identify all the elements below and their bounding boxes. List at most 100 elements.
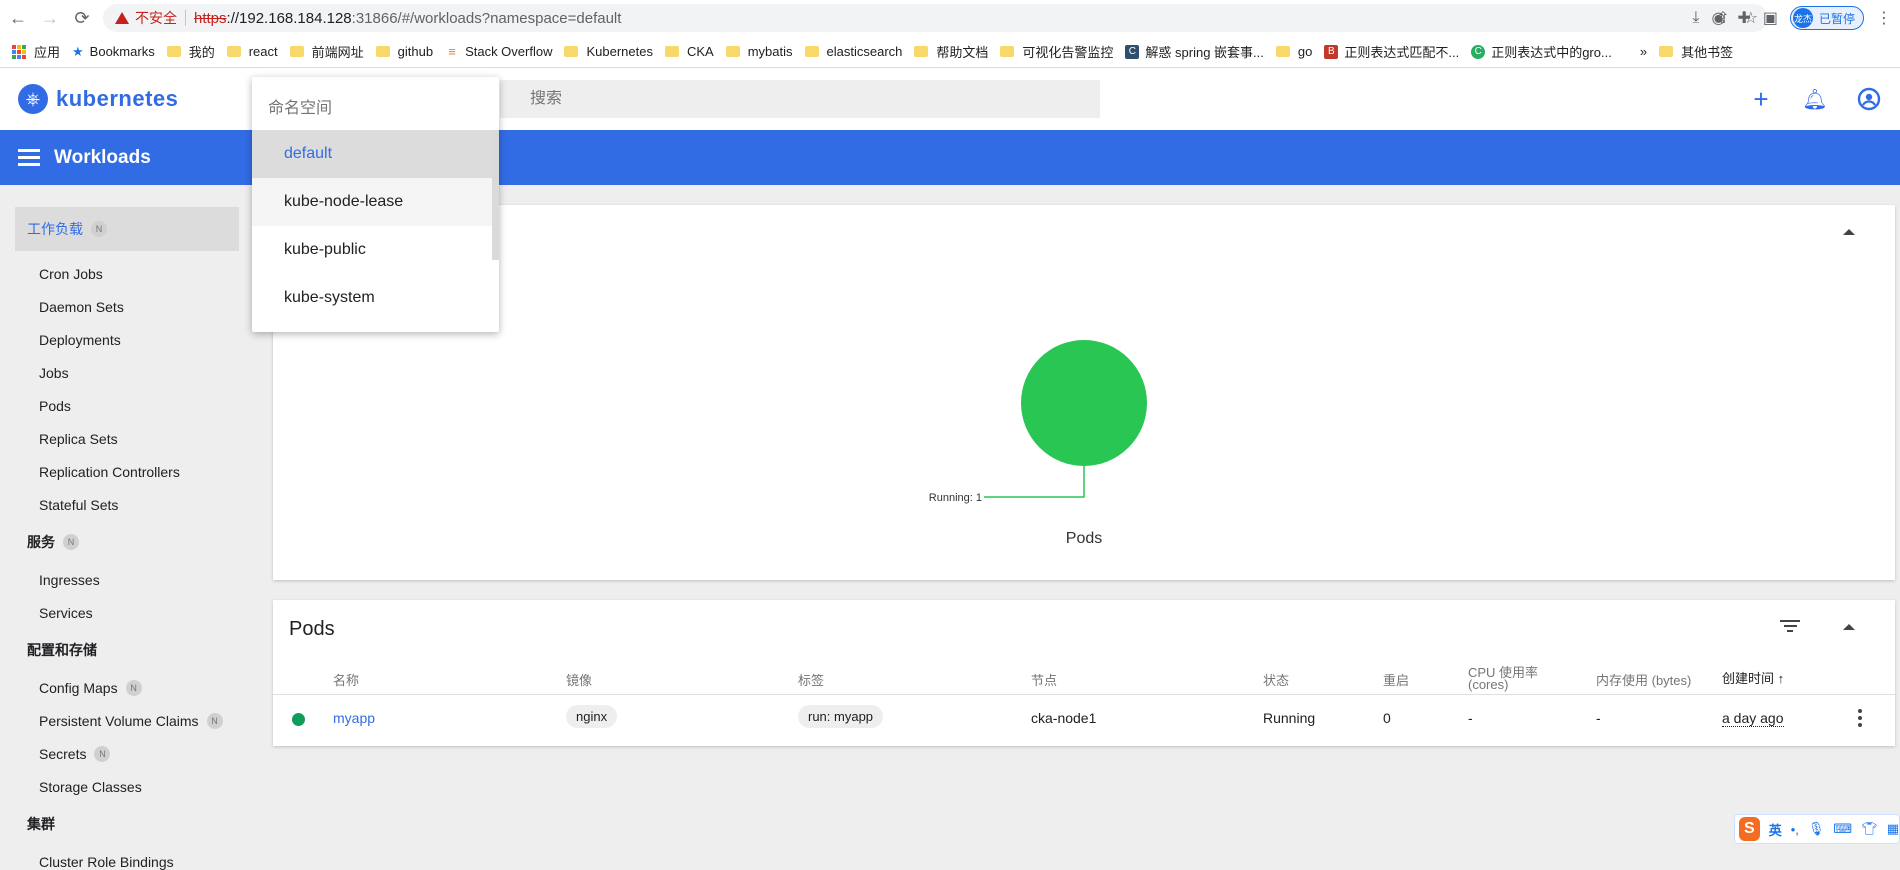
sidebar-item-storage-classes[interactable]: Storage Classes — [0, 770, 252, 803]
collapse-icon[interactable] — [1843, 624, 1855, 630]
sidebar-item-stateful-sets[interactable]: Stateful Sets — [0, 488, 252, 521]
toolbox-icon[interactable]: ▦ — [1887, 821, 1899, 837]
bookmark-folder[interactable]: CKA — [664, 44, 714, 59]
column-header-status[interactable]: 状态 — [1263, 670, 1289, 689]
sidebar-item-secrets[interactable]: Secrets N — [0, 737, 252, 770]
kubernetes-logo[interactable]: ⎈ kubernetes — [18, 84, 178, 114]
folder-icon — [804, 46, 819, 57]
forward-icon[interactable]: → — [36, 4, 64, 32]
url-scheme: https — [194, 9, 227, 27]
sidebar-item-cluster-role-bindings[interactable]: Cluster Role Bindings — [0, 845, 252, 870]
profile-status: 已暂停 — [1818, 11, 1855, 26]
bookmark-folder[interactable]: 帮助文档 — [914, 42, 988, 61]
sidebar-section-config-storage[interactable]: 配置和存储 — [0, 629, 252, 671]
bookmark-site[interactable]: B 正则表达式匹配不... — [1324, 42, 1459, 61]
node-cell: cka-node1 — [1031, 710, 1097, 726]
apps-icon — [12, 44, 26, 59]
search-input[interactable] — [530, 90, 1050, 108]
sidebar-item-persistent-volume-claims[interactable]: Persistent Volume Claims N — [0, 704, 252, 737]
row-actions-menu-icon[interactable] — [1858, 709, 1862, 727]
column-header-image[interactable]: 镜像 — [566, 670, 592, 689]
microphone-icon[interactable]: 🎙︎ — [1808, 821, 1825, 837]
column-header-name[interactable]: 名称 — [333, 670, 359, 689]
namespaced-badge: N — [206, 712, 223, 729]
bookmark-site[interactable]: C 正则表达式中的gro... — [1471, 42, 1612, 61]
column-header-node[interactable]: 节点 — [1031, 670, 1057, 689]
sidebar-item-services[interactable]: Services — [0, 596, 252, 629]
sidebar-section-workloads[interactable]: 工作负载 N — [15, 207, 239, 251]
sidebar-item-cron-jobs[interactable]: Cron Jobs — [0, 257, 252, 290]
folder-icon — [725, 46, 740, 57]
column-header-restarts[interactable]: 重启 — [1383, 670, 1409, 689]
bookmark-other[interactable]: 其他书签 — [1659, 42, 1733, 61]
bookmark-folder[interactable]: go — [1275, 44, 1312, 59]
side-panel-icon[interactable]: ▣ — [1763, 8, 1778, 28]
sogou-logo-icon[interactable]: S — [1739, 817, 1760, 841]
download-icon[interactable]: ⤓ — [1692, 9, 1699, 27]
punctuation-icon[interactable]: •, — [1791, 822, 1799, 837]
bookmark-site[interactable]: C 解惑 spring 嵌套事... — [1125, 42, 1264, 61]
cpu-cell: - — [1468, 710, 1473, 726]
sidebar-item-daemon-sets[interactable]: Daemon Sets — [0, 290, 252, 323]
notifications-bell-icon[interactable]: 🔔︎ — [1802, 86, 1828, 112]
bookmark-apps[interactable]: 应用 — [12, 42, 60, 61]
sidebar-item-pods[interactable]: Pods — [0, 389, 252, 422]
page-title: Workloads — [54, 146, 151, 168]
extension-icon[interactable]: ◉ — [1711, 8, 1725, 28]
ime-language[interactable]: 英 — [1769, 820, 1782, 839]
folder-icon — [1275, 46, 1290, 57]
dropdown-scrollbar[interactable] — [492, 130, 499, 260]
bookmark-folder[interactable]: elasticsearch — [804, 44, 902, 59]
profile-avatar: 龙杰 — [1792, 8, 1813, 28]
address-bar[interactable]: 不安全 https ://192.168.184.128 :31866/#/wo… — [103, 4, 1768, 32]
bookmarks-overflow[interactable]: » — [1640, 44, 1647, 59]
sidebar-section-cluster[interactable]: 集群 — [0, 803, 252, 845]
namespace-option-kube-system[interactable]: kube-system — [252, 274, 492, 322]
sidebar-item-ingresses[interactable]: Ingresses — [0, 563, 252, 596]
keyboard-icon[interactable]: ⌨ — [1833, 821, 1852, 837]
folder-icon — [664, 46, 679, 57]
namespace-option-default[interactable]: default — [252, 130, 492, 178]
menu-hamburger-icon[interactable] — [18, 149, 40, 166]
bookmark-site[interactable]: ≡ Stack Overflow — [445, 44, 552, 59]
sidebar-item-deployments[interactable]: Deployments — [0, 323, 252, 356]
security-warning[interactable]: 不安全 — [115, 8, 177, 28]
profile-button[interactable]: 龙杰 已暂停 — [1789, 6, 1864, 30]
bookmark-folder[interactable]: 前端网址 — [289, 42, 364, 61]
reload-icon[interactable]: ⟳ — [68, 4, 96, 32]
column-header-labels[interactable]: 标签 — [798, 670, 824, 689]
slice-leader-line — [984, 466, 1085, 498]
create-plus-icon[interactable]: + — [1748, 84, 1774, 114]
sidebar-section-services[interactable]: 服务 N — [0, 521, 252, 563]
namespace-option-kube-node-lease[interactable]: kube-node-lease — [252, 178, 492, 226]
workload-status-card: Running: 1 Pods — [273, 205, 1895, 580]
account-circle-icon[interactable] — [1856, 86, 1882, 112]
search-box[interactable] — [500, 80, 1100, 118]
table-header: 名称 镜像 标签 节点 状态 重启 CPU 使用率 (cores) 内存使用 (… — [273, 658, 1895, 695]
bookmark-folder[interactable]: 可视化告警监控 — [1000, 42, 1113, 61]
site-icon: C — [1125, 44, 1140, 59]
namespace-option-kube-public[interactable]: kube-public — [252, 226, 492, 274]
sidebar-item-jobs[interactable]: Jobs — [0, 356, 252, 389]
bookmark-folder[interactable]: Kubernetes — [564, 44, 653, 59]
browser-menu-icon[interactable]: ⋮ — [1876, 8, 1892, 28]
puzzle-icon[interactable]: ✚ — [1737, 8, 1750, 28]
sidebar-nav: 工作负载 N Cron Jobs Daemon Sets Deployments… — [0, 185, 252, 870]
pod-name-link[interactable]: myapp — [333, 710, 375, 726]
warning-icon — [115, 12, 129, 24]
column-header-created[interactable]: 创建时间 ↑ — [1722, 668, 1784, 687]
filter-icon[interactable] — [1779, 620, 1801, 636]
bookmark-folder[interactable]: mybatis — [725, 44, 793, 59]
column-header-cpu-unit: (cores) — [1468, 677, 1509, 692]
bookmark-bookmarks[interactable]: ★ Bookmarks — [72, 44, 155, 60]
pie-slice-running[interactable] — [1021, 340, 1147, 466]
bookmark-folder[interactable]: react — [226, 44, 278, 59]
sidebar-item-config-maps[interactable]: Config Maps N — [0, 671, 252, 704]
omnibox-divider — [185, 10, 186, 26]
back-icon[interactable]: ← — [4, 4, 32, 32]
sidebar-item-replica-sets[interactable]: Replica Sets — [0, 422, 252, 455]
sidebar-item-replication-controllers[interactable]: Replication Controllers — [0, 455, 252, 488]
bookmark-folder[interactable]: github — [375, 44, 433, 59]
bookmark-folder[interactable]: 我的 — [166, 42, 215, 61]
skin-icon[interactable]: 👕︎ — [1861, 821, 1878, 837]
